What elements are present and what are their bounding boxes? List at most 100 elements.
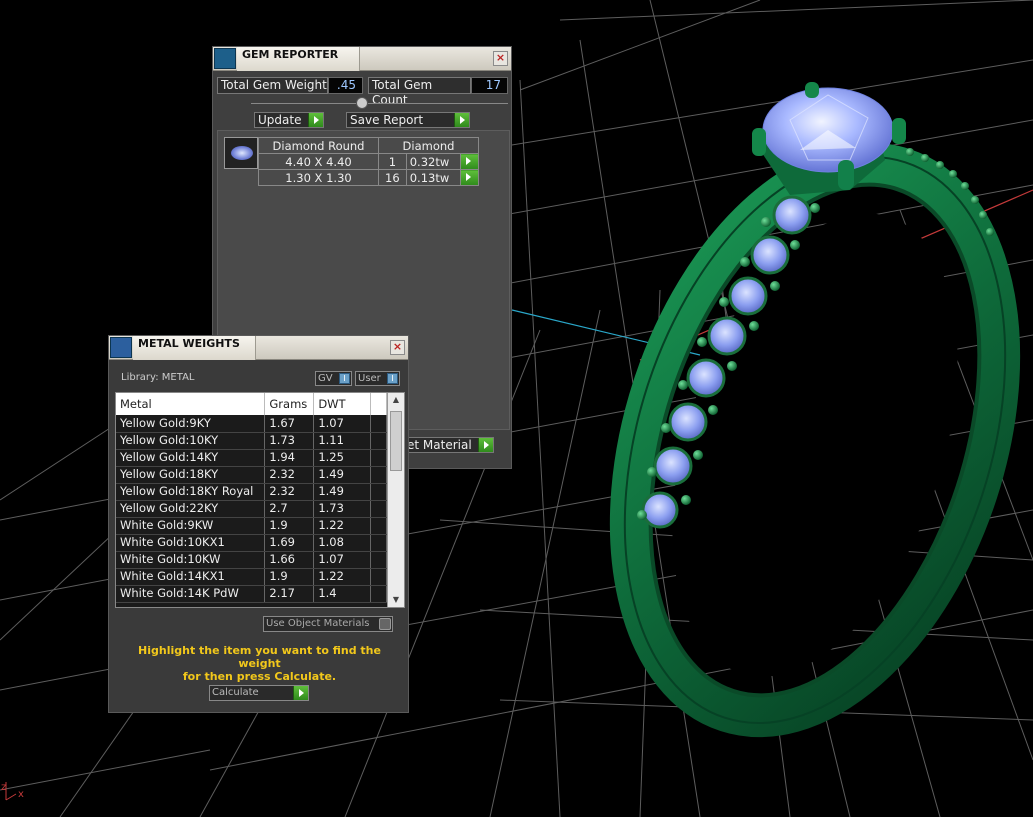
gem-table: Diamond Round Diamond 4.40 X 4.40 1 0.32… [258,137,479,186]
metal-dwt: 1.07 [313,551,372,569]
metal-dwt: 1.11 [313,432,372,450]
metal-dwt: 1.49 [313,483,372,501]
row-spacer [370,551,387,569]
total-gem-weight-label: Total Gem Weight [217,77,328,94]
metal-name: White Gold:10KX1 [116,534,266,552]
row-spacer [370,483,387,501]
update-button-label: Update [258,113,302,127]
metal-dwt: 1.49 [313,466,372,484]
table-row[interactable]: Yellow Gold:14KY 1.94 1.25 [116,449,387,467]
gem-count: 16 [378,169,407,186]
use-object-materials-checkbox[interactable]: Use Object Materials [263,616,393,632]
play-arrow-icon [454,113,469,127]
axis-x-label: x [18,789,24,800]
metal-table-container[interactable]: Metal Grams DWT Yellow Gold:9KY 1.67 1.07 Y… [115,392,405,608]
metal-table-scrollbar[interactable]: ▲ ▼ [387,393,404,607]
table-row[interactable]: Yellow Gold:22KY 2.7 1.73 [116,500,387,518]
metal-table-header: Metal Grams DWT [116,393,387,415]
library-label: Library: METAL [121,372,195,383]
close-icon[interactable]: × [493,51,508,66]
metal-name: White Gold:9KW [116,517,266,535]
scroll-down-icon[interactable]: ▼ [388,593,404,607]
metal-grams: 1.67 [264,415,315,433]
play-arrow-icon [478,438,493,452]
table-row[interactable]: White Gold:14KX1 1.9 1.22 [116,568,387,586]
metal-weights-panel[interactable]: METAL WEIGHTS × Library: METAL GV I User… [108,335,409,713]
total-gem-weight-value: .45 [328,77,363,94]
gem-reporter-app-icon [214,48,236,69]
user-toggle-label: User [358,373,381,384]
metal-grams: 2.17 [264,585,315,603]
row-spacer [370,432,387,450]
gem-reporter-title: GEM REPORTER [237,47,360,71]
metal-grams: 1.69 [264,534,315,552]
panel-splitter-line [251,103,508,104]
round-diamond-icon [231,146,253,160]
scrollbar-thumb[interactable] [390,411,402,471]
gem-row-arrow-icon[interactable] [459,153,479,170]
gem-weight: 0.13tw [405,169,461,186]
gem-thumbnail[interactable] [224,137,258,169]
metal-grams: 1.9 [264,517,315,535]
use-object-materials-label: Use Object Materials [266,618,370,629]
table-row[interactable]: White Gold:10KX1 1.69 1.08 [116,534,387,552]
table-row[interactable]: White Gold:14K PdW 2.17 1.4 [116,585,387,603]
gem-size: 4.40 X 4.40 [258,153,379,170]
metal-grams: 2.7 [264,500,315,518]
instruction-line-2: for then press Calculate. [182,670,337,683]
column-header-dwt[interactable]: DWT [313,393,372,415]
metal-name: Yellow Gold:18KY [116,466,266,484]
metal-name: White Gold:10KW [116,551,266,569]
table-row[interactable]: 4.40 X 4.40 1 0.32tw [258,153,479,170]
table-row[interactable]: White Gold:10KW 1.66 1.07 [116,551,387,569]
row-spacer [370,449,387,467]
gem-reporter-titlebar[interactable]: GEM REPORTER × [213,47,511,71]
calculate-button[interactable]: Calculate [209,685,309,701]
column-header-metal[interactable]: Metal [116,393,266,415]
metal-name: White Gold:14K PdW [116,585,266,603]
table-row[interactable]: White Gold:9KW 1.9 1.22 [116,517,387,535]
metal-grams: 2.32 [264,466,315,484]
total-gem-count-value: 17 [471,77,508,94]
column-header-grams[interactable]: Grams [264,393,315,415]
set-material-button-label: et Material [407,438,472,452]
table-row[interactable]: Yellow Gold:18KY Royal 2.32 1.49 [116,483,387,501]
user-toggle[interactable]: User I [355,371,400,386]
metal-name: Yellow Gold:9KY [116,415,266,433]
ring-interior [672,213,958,677]
gem-size: 1.30 X 1.30 [258,169,379,186]
metal-dwt: 1.07 [313,415,372,433]
metal-weights-titlebar[interactable]: METAL WEIGHTS × [109,336,408,360]
ring-model[interactable] [557,82,1033,772]
gem-count: 1 [378,153,407,170]
column-header-spacer [370,393,387,415]
set-material-button[interactable]: et Material [403,437,494,453]
table-row[interactable]: Yellow Gold:9KY 1.67 1.07 [116,415,387,433]
metal-grams: 1.9 [264,568,315,586]
metal-table-body: Yellow Gold:9KY 1.67 1.07 Yellow Gold:10KY 1… [116,415,387,603]
save-report-button[interactable]: Save Report [346,112,470,128]
gem-row-arrow-icon[interactable] [459,169,479,186]
row-spacer [370,534,387,552]
table-row[interactable]: Yellow Gold:10KY 1.73 1.11 [116,432,387,450]
calculate-button-label: Calculate [212,687,259,698]
toggle-icon: I [387,373,398,384]
metal-dwt: 1.22 [313,517,372,535]
table-row[interactable]: Yellow Gold:18KY 2.32 1.49 [116,466,387,484]
scroll-up-icon[interactable]: ▲ [388,393,404,407]
panel-splitter-handle[interactable] [356,97,368,109]
total-gem-count-label: Total Gem Count [368,77,471,107]
save-report-button-label: Save Report [350,113,424,127]
instruction-line-1: Highlight the item you want to find the … [138,644,381,670]
table-row[interactable]: 1.30 X 1.30 16 0.13tw [258,169,479,186]
gv-toggle[interactable]: GV I [315,371,352,386]
metal-grams: 1.94 [264,449,315,467]
gem-weight: 0.32tw [405,153,461,170]
row-spacer [370,500,387,518]
close-icon[interactable]: × [390,340,405,355]
update-button[interactable]: Update [254,112,324,128]
toggle-icon: I [339,373,350,384]
metal-dwt: 1.08 [313,534,372,552]
checkbox-icon [379,618,391,630]
metal-weights-app-icon [110,337,132,358]
